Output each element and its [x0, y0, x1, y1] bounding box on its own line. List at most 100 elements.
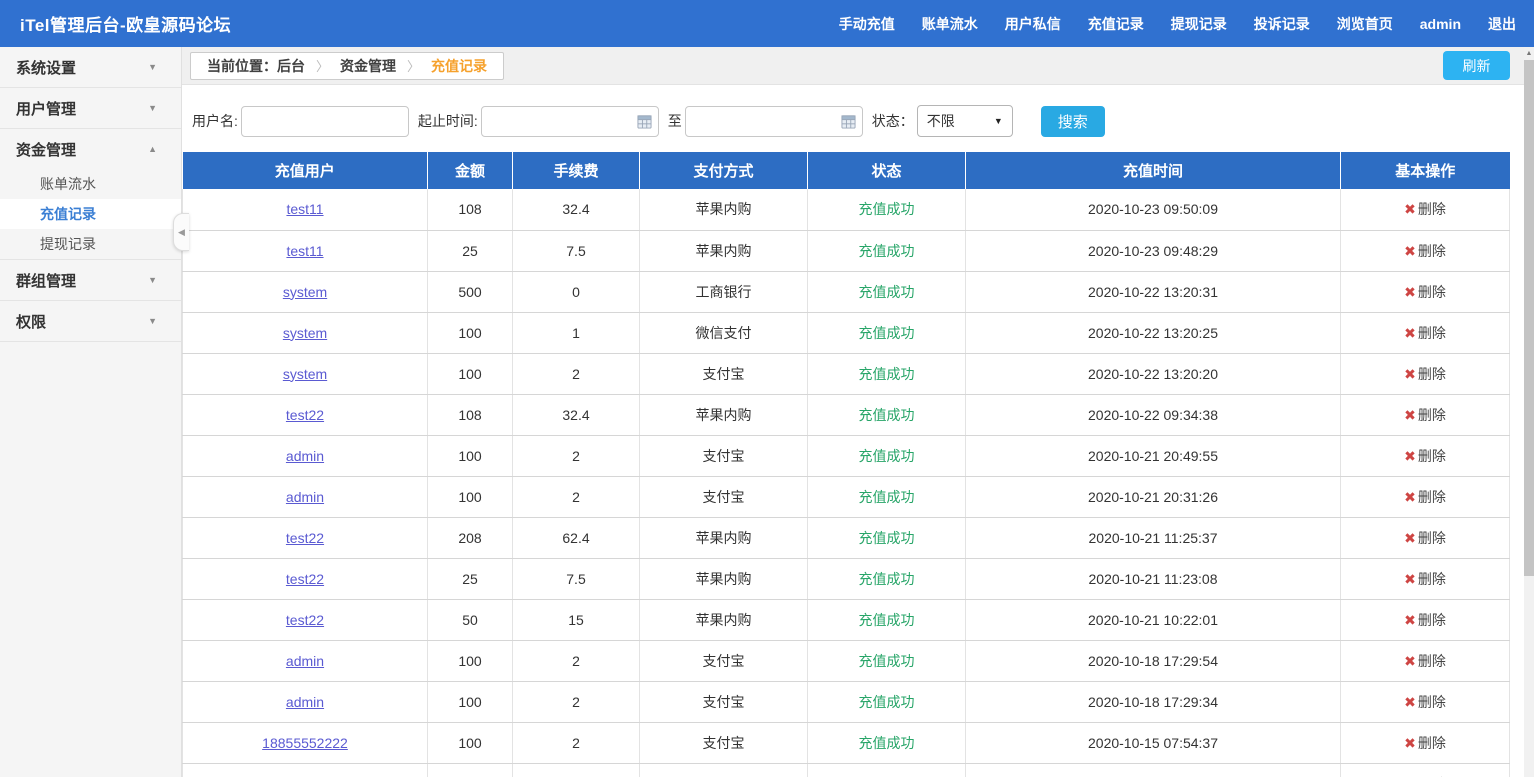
start-time-input[interactable] — [481, 106, 659, 137]
sidebar-item[interactable]: 提现记录 — [0, 229, 181, 259]
sidebar-section-header-1[interactable]: 用户管理▼ — [0, 88, 181, 128]
delete-button[interactable]: ✖删除 — [1404, 325, 1446, 341]
cell-status: 充值成功 — [808, 558, 966, 599]
user-link[interactable]: test11 — [286, 243, 323, 259]
cell-actions: ✖删除 — [1341, 312, 1510, 353]
table-row: test2210832.4苹果内购充值成功2020-10-22 09:34:38… — [183, 394, 1510, 435]
search-button[interactable]: 搜索 — [1041, 106, 1105, 137]
user-link[interactable]: admin — [286, 653, 324, 669]
cell-user: test22 — [183, 517, 428, 558]
delete-button[interactable]: ✖删除 — [1404, 530, 1446, 546]
table-row: test22257.5苹果内购充值成功2020-10-21 11:23:08✖删… — [183, 558, 1510, 599]
sidebar-collapse-handle[interactable]: ◀ — [173, 213, 189, 251]
calendar-icon[interactable] — [841, 114, 856, 129]
cell-actions: ✖删除 — [1341, 476, 1510, 517]
topnav-item-5[interactable]: 投诉记录 — [1254, 14, 1310, 34]
scrollbar[interactable]: ▲ — [1524, 47, 1534, 777]
status-select[interactable]: 不限 ▼ — [917, 105, 1013, 137]
delete-button[interactable]: ✖删除 — [1404, 571, 1446, 587]
end-time-field — [685, 106, 863, 137]
breadcrumb-item-funds[interactable]: 资金管理 — [340, 56, 396, 76]
delete-icon: ✖ — [1404, 735, 1416, 751]
chevron-down-icon: ▼ — [148, 316, 157, 326]
delete-button[interactable]: ✖删除 — [1404, 612, 1446, 628]
user-link[interactable]: system — [283, 284, 327, 300]
cell-method: 支付宝 — [640, 640, 808, 681]
sidebar-item[interactable]: 账单流水 — [0, 169, 181, 199]
scrollbar-up-arrow-icon[interactable]: ▲ — [1524, 47, 1534, 60]
sidebar-item-active[interactable]: 充值记录 — [0, 199, 181, 229]
cell-method: 支付宝 — [640, 435, 808, 476]
delete-button[interactable]: ✖删除 — [1404, 201, 1446, 217]
topnav-item-6[interactable]: 浏览首页 — [1337, 14, 1393, 34]
cell-time — [966, 763, 1341, 777]
column-header: 金额 — [428, 152, 513, 189]
breadcrumb-item-recharge[interactable]: 充值记录 — [431, 56, 487, 76]
sidebar-section-header-4[interactable]: 权限▼ — [0, 301, 181, 341]
calendar-icon[interactable] — [637, 114, 652, 129]
cell-amount: 108 — [428, 394, 513, 435]
breadcrumb-separator-icon: 〉 — [316, 56, 329, 75]
topnav-item-4[interactable]: 提现记录 — [1171, 14, 1227, 34]
cell-user: admin — [183, 681, 428, 722]
table-row: test11257.5苹果内购充值成功2020-10-23 09:48:29✖删… — [183, 230, 1510, 271]
user-link[interactable]: test22 — [286, 530, 324, 546]
cell-fee: 2 — [513, 476, 640, 517]
user-link[interactable]: admin — [286, 489, 324, 505]
cell-status: 充值成功 — [808, 271, 966, 312]
delete-label: 删除 — [1418, 653, 1446, 669]
cell-fee: 2 — [513, 722, 640, 763]
cell-fee: 0 — [513, 271, 640, 312]
delete-button[interactable]: ✖删除 — [1404, 407, 1446, 423]
sidebar-section-header-2[interactable]: 资金管理▲ — [0, 129, 181, 169]
topnav-item-2[interactable]: 用户私信 — [1005, 14, 1061, 34]
user-link[interactable]: 18855552222 — [262, 735, 348, 751]
user-link[interactable]: test22 — [286, 571, 324, 587]
user-link[interactable]: admin — [286, 448, 324, 464]
table-row: admin1002支付宝充值成功2020-10-18 17:29:54✖删除 — [183, 640, 1510, 681]
user-link[interactable]: system — [283, 366, 327, 382]
delete-button[interactable]: ✖删除 — [1404, 448, 1446, 464]
topnav-item-0[interactable]: 手动充值 — [839, 14, 895, 34]
breadcrumb-bar: 当前位置：后台 〉 资金管理 〉 充值记录 刷新 — [182, 47, 1534, 85]
cell-status: 充值成功 — [808, 517, 966, 558]
cell-time: 2020-10-18 17:29:54 — [966, 640, 1341, 681]
topnav-item-8[interactable]: 退出 — [1488, 14, 1516, 34]
user-link[interactable]: admin — [286, 694, 324, 710]
user-link[interactable]: test11 — [286, 201, 323, 217]
delete-icon: ✖ — [1404, 653, 1416, 669]
user-link[interactable]: test22 — [286, 612, 324, 628]
cell-fee: 62.4 — [513, 517, 640, 558]
sidebar-section-header-0[interactable]: 系统设置▼ — [0, 47, 181, 87]
delete-icon: ✖ — [1404, 612, 1416, 628]
cell-status: 充值成功 — [808, 599, 966, 640]
topnav-item-3[interactable]: 充值记录 — [1088, 14, 1144, 34]
sidebar-section-label: 群组管理 — [16, 270, 76, 291]
sidebar-section-header-3[interactable]: 群组管理▼ — [0, 260, 181, 300]
table-row: 188555522221002支付宝充值成功2020-10-15 07:54:3… — [183, 722, 1510, 763]
delete-button[interactable]: ✖删除 — [1404, 366, 1446, 382]
delete-button[interactable]: ✖删除 — [1404, 735, 1446, 751]
delete-button[interactable]: ✖删除 — [1404, 243, 1446, 259]
cell-status: 充值成功 — [808, 681, 966, 722]
delete-button[interactable]: ✖删除 — [1404, 489, 1446, 505]
cell-fee — [513, 763, 640, 777]
delete-button[interactable]: ✖删除 — [1404, 653, 1446, 669]
refresh-button[interactable]: 刷新 — [1443, 51, 1510, 80]
topnav-item-1[interactable]: 账单流水 — [922, 14, 978, 34]
cell-fee: 32.4 — [513, 394, 640, 435]
delete-button[interactable]: ✖删除 — [1404, 694, 1446, 710]
scrollbar-thumb[interactable] — [1524, 60, 1534, 576]
cell-status: 充值成功 — [808, 435, 966, 476]
end-time-input[interactable] — [685, 106, 863, 137]
user-link[interactable]: system — [283, 325, 327, 341]
sidebar-section-label: 用户管理 — [16, 98, 76, 119]
topnav-item-7[interactable]: admin — [1420, 16, 1461, 32]
cell-method: 苹果内购 — [640, 558, 808, 599]
username-input[interactable] — [241, 106, 409, 137]
delete-button[interactable]: ✖删除 — [1404, 284, 1446, 300]
delete-icon: ✖ — [1404, 366, 1416, 382]
status-label: 状态： — [872, 111, 914, 131]
user-link[interactable]: test22 — [286, 407, 324, 423]
column-header: 手续费 — [513, 152, 640, 189]
